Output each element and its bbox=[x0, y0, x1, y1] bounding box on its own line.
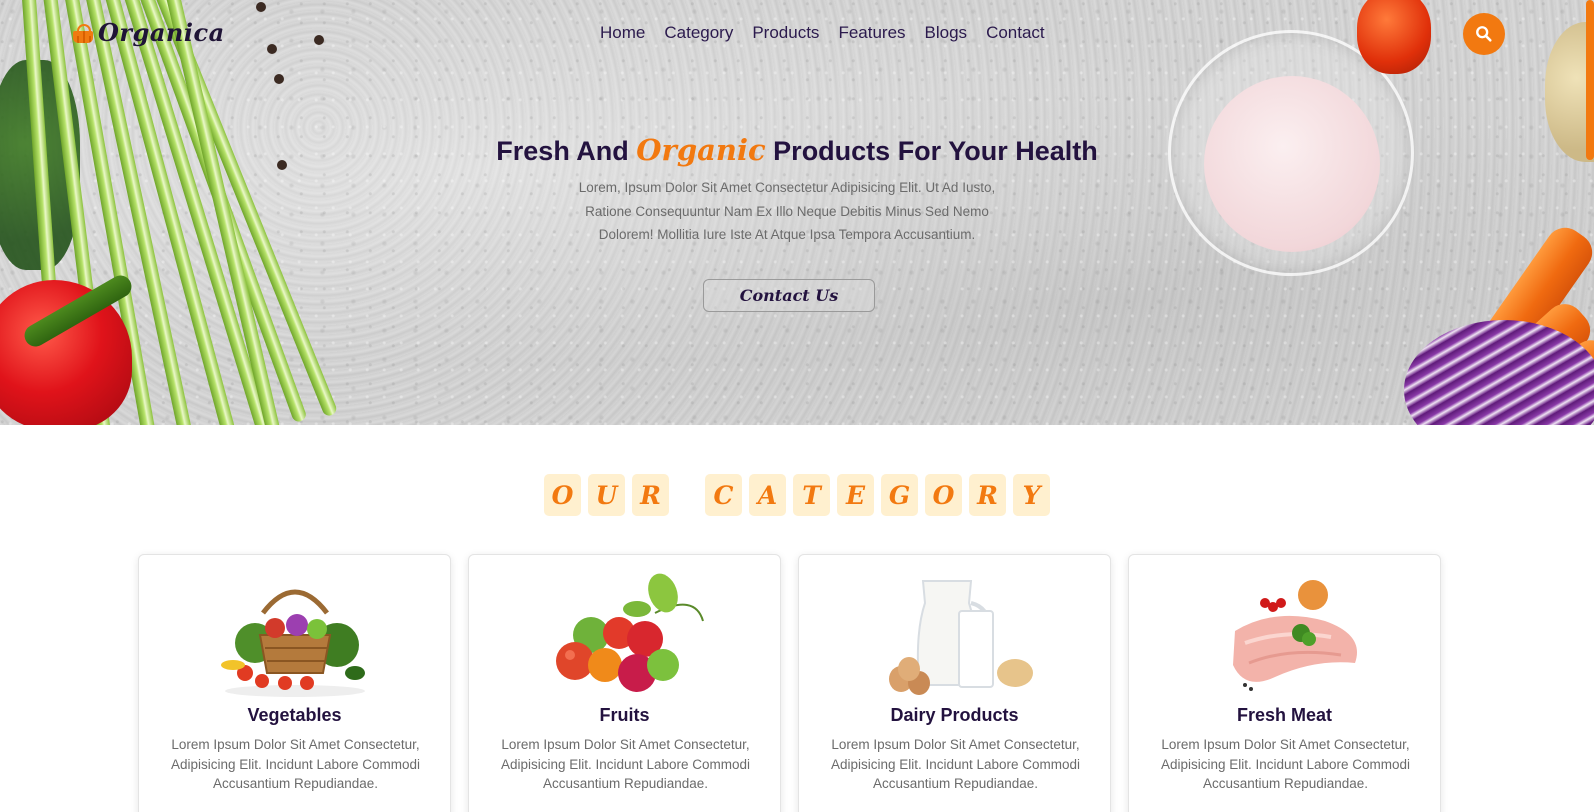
nav-home[interactable]: Home bbox=[600, 23, 645, 43]
heading-letter: A bbox=[749, 474, 786, 516]
peppercorn bbox=[256, 2, 266, 12]
dairy-image bbox=[889, 580, 1033, 695]
card-description: Lorem Ipsum Dolor Sit Amet Consectetur, … bbox=[500, 737, 751, 791]
hero-description: Lorem, Ipsum Dolor Sit Amet Consectetur … bbox=[578, 180, 996, 242]
peppercorn bbox=[274, 74, 284, 84]
logo-text: Organica bbox=[98, 18, 225, 47]
hero-title-accent: Organic bbox=[636, 133, 766, 167]
peppercorn bbox=[267, 44, 277, 54]
nav-features[interactable]: Features bbox=[838, 23, 905, 43]
card-description: Lorem Ipsum Dolor Sit Amet Consectetur, … bbox=[830, 737, 1081, 791]
contact-us-button[interactable]: Contact Us bbox=[703, 279, 875, 312]
nav-products[interactable]: Products bbox=[752, 23, 819, 43]
card-description: Lorem Ipsum Dolor Sit Amet Consectetur, … bbox=[170, 737, 421, 791]
heading-space bbox=[676, 474, 698, 516]
card-description: Lorem Ipsum Dolor Sit Amet Consectetur, … bbox=[1160, 737, 1411, 791]
peppercorn bbox=[314, 35, 324, 45]
heading-letter: O bbox=[544, 474, 581, 516]
hero-title-start: Fresh And bbox=[496, 136, 637, 166]
heading-letter: G bbox=[881, 474, 918, 516]
nav-category[interactable]: Category bbox=[664, 23, 733, 43]
category-cards: Vegetables Lorem Ipsum Dolor Sit Amet Co… bbox=[138, 554, 1441, 812]
search-icon bbox=[1476, 26, 1492, 42]
main-nav: Home Category Products Features Blogs Co… bbox=[600, 23, 1045, 43]
hero-banner: Organica Home Category Products Features… bbox=[0, 0, 1594, 425]
logo[interactable]: Organica bbox=[72, 18, 225, 47]
basket-icon bbox=[72, 23, 94, 43]
heading-letter: O bbox=[925, 474, 962, 516]
heading-letter: Y bbox=[1013, 474, 1050, 516]
heading-letter: C bbox=[705, 474, 742, 516]
category-heading: O U R C A T E G O R Y bbox=[0, 474, 1594, 516]
heading-letter: U bbox=[588, 474, 625, 516]
meat-image bbox=[1233, 580, 1357, 691]
heading-letter: R bbox=[632, 474, 669, 516]
vegetable-basket-image bbox=[221, 589, 365, 697]
hero-title-end: Products For Your Health bbox=[765, 136, 1098, 166]
heading-letter: R bbox=[969, 474, 1006, 516]
hero-title: Fresh And Organic Products For Your Heal… bbox=[0, 133, 1594, 167]
heading-letter: E bbox=[837, 474, 874, 516]
search-button[interactable] bbox=[1463, 13, 1505, 55]
category-card-fruits[interactable]: Fruits Lorem Ipsum Dolor Sit Amet Consec… bbox=[468, 554, 781, 812]
category-card-vegetables[interactable]: Vegetables Lorem Ipsum Dolor Sit Amet Co… bbox=[138, 554, 451, 812]
nav-blogs[interactable]: Blogs bbox=[925, 23, 968, 43]
card-title: Fruits bbox=[599, 705, 650, 725]
card-title: Vegetables bbox=[247, 705, 342, 725]
category-card-dairy[interactable]: Dairy Products Lorem Ipsum Dolor Sit Ame… bbox=[798, 554, 1111, 812]
page-scrollbar-thumb[interactable] bbox=[1586, 0, 1594, 160]
heading-letter: T bbox=[793, 474, 830, 516]
card-title: Fresh Meat bbox=[1236, 705, 1333, 725]
fruits-image bbox=[556, 573, 704, 692]
category-card-meat[interactable]: Fresh Meat Lorem Ipsum Dolor Sit Amet Co… bbox=[1128, 554, 1441, 812]
tomato-image bbox=[1357, 0, 1431, 74]
nav-contact[interactable]: Contact bbox=[986, 23, 1045, 43]
card-title: Dairy Products bbox=[890, 705, 1019, 725]
